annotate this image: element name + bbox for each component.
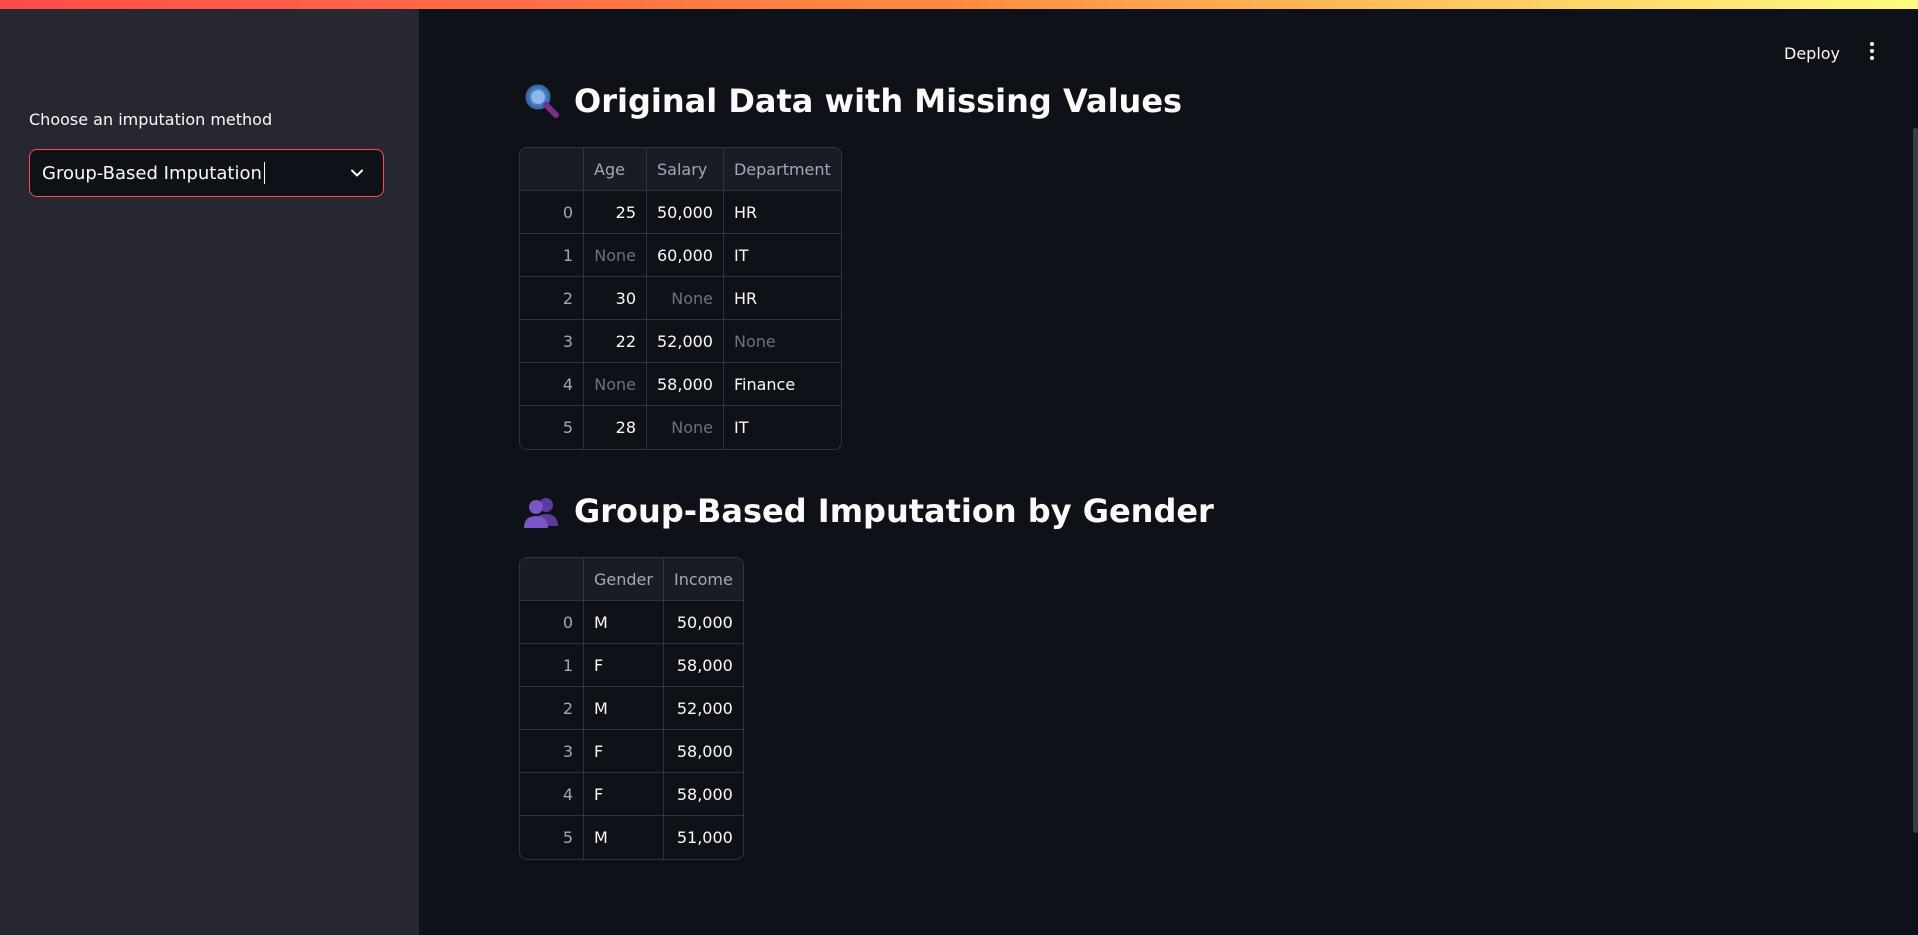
table-row: 3 22 52,000 None	[520, 320, 841, 363]
index-header	[520, 558, 584, 601]
scrollbar[interactable]	[1913, 128, 1918, 833]
cell-department[interactable]: Finance	[723, 363, 841, 406]
column-header-income[interactable]: Income	[663, 558, 743, 601]
cell-gender[interactable]: F	[584, 644, 664, 687]
cell-gender[interactable]: F	[584, 773, 664, 816]
cell-age[interactable]: 28	[584, 406, 647, 449]
cell-gender[interactable]: M	[584, 687, 664, 730]
row-index: 1	[520, 234, 584, 277]
deploy-button[interactable]: Deploy	[1778, 40, 1846, 67]
column-header-age[interactable]: Age	[584, 148, 647, 191]
table-row: 4 None 58,000 Finance	[520, 363, 841, 406]
section-title-original-data: Original Data with Missing Values	[522, 82, 1182, 120]
cell-income[interactable]: 51,000	[664, 816, 743, 859]
cell-salary[interactable]: 60,000	[647, 234, 724, 277]
table-row: 0 M 50,000	[520, 601, 743, 644]
table-row: 1 None 60,000 IT	[520, 234, 841, 277]
cell-income[interactable]: 52,000	[663, 687, 743, 730]
row-index: 3	[520, 730, 584, 773]
main-menu-icon[interactable]	[1864, 40, 1880, 64]
cell-age[interactable]: 30	[584, 277, 647, 320]
imputation-method-label: Choose an imputation method	[29, 110, 273, 129]
row-index: 0	[520, 191, 584, 234]
cell-age[interactable]: 25	[584, 191, 647, 234]
cell-salary[interactable]: 50,000	[647, 191, 724, 234]
text-cursor	[263, 162, 265, 184]
sidebar: Choose an imputation method Group-Based …	[0, 9, 419, 935]
column-header-gender[interactable]: Gender	[584, 558, 664, 601]
section-title-text: Group-Based Imputation by Gender	[574, 492, 1214, 530]
column-header-salary[interactable]: Salary	[647, 148, 724, 191]
people-icon	[524, 498, 558, 528]
cell-age[interactable]: 22	[584, 320, 647, 363]
row-index: 1	[520, 644, 584, 687]
table-header-row: Age Salary Department	[520, 148, 841, 191]
cell-income[interactable]: 58,000	[663, 730, 743, 773]
table-row: 0 25 50,000 HR	[520, 191, 841, 234]
imputation-method-select[interactable]: Group-Based Imputation	[29, 149, 384, 197]
row-index: 5	[520, 816, 584, 859]
imputation-method-value: Group-Based Imputation	[42, 162, 262, 184]
table-row: 2 M 52,000	[520, 687, 743, 730]
cell-department[interactable]: HR	[723, 191, 841, 234]
row-index: 5	[520, 406, 584, 449]
table-row: 5 28 None IT	[520, 406, 841, 449]
group-imputation-table: Gender Income 0 M 50,000 1 F 58,000 2 M …	[519, 557, 744, 860]
table-row: 2 30 None HR	[520, 277, 841, 320]
cell-department[interactable]: IT	[723, 234, 841, 277]
cell-salary[interactable]: 58,000	[647, 363, 724, 406]
cell-department[interactable]: HR	[723, 277, 841, 320]
table-row: 1 F 58,000	[520, 644, 743, 687]
row-index: 4	[520, 773, 584, 816]
table-row: 4 F 58,000	[520, 773, 743, 816]
cell-gender[interactable]: M	[584, 816, 664, 859]
cell-income[interactable]: 50,000	[663, 601, 743, 644]
table-header-row: Gender Income	[520, 558, 743, 601]
cell-income[interactable]: 58,000	[663, 644, 743, 687]
cell-income[interactable]: 58,000	[663, 773, 743, 816]
cell-salary[interactable]: None	[647, 406, 724, 449]
cell-salary[interactable]: 52,000	[647, 320, 724, 363]
index-header	[520, 148, 584, 191]
section-title-group-imputation: Group-Based Imputation by Gender	[522, 492, 1214, 530]
cell-department[interactable]: None	[723, 320, 841, 363]
cell-department[interactable]: IT	[724, 406, 841, 449]
cell-salary[interactable]: None	[647, 277, 724, 320]
section-title-text: Original Data with Missing Values	[574, 82, 1183, 120]
cell-gender[interactable]: M	[584, 601, 664, 644]
row-index: 4	[520, 363, 584, 406]
original-data-table: Age Salary Department 0 25 50,000 HR 1 N…	[519, 147, 842, 450]
row-index: 2	[520, 687, 584, 730]
cell-age[interactable]: None	[584, 234, 647, 277]
top-decoration-bar	[0, 0, 1918, 9]
cell-age[interactable]: None	[584, 363, 647, 406]
chevron-down-icon	[351, 169, 363, 177]
table-row: 3 F 58,000	[520, 730, 743, 773]
cell-gender[interactable]: F	[584, 730, 664, 773]
column-header-department[interactable]: Department	[723, 148, 841, 191]
table-row: 5 M 51,000	[520, 816, 743, 859]
row-index: 2	[520, 277, 584, 320]
row-index: 0	[520, 601, 584, 644]
magnifying-glass-icon	[525, 84, 559, 118]
row-index: 3	[520, 320, 584, 363]
